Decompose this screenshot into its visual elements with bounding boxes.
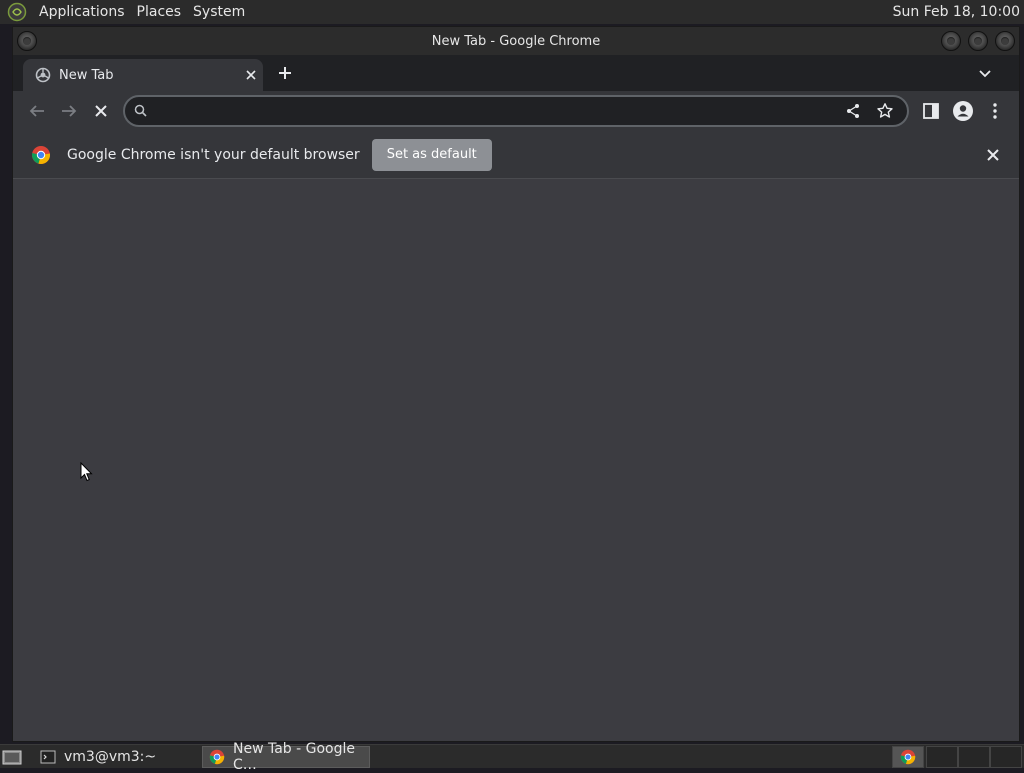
window-title: New Tab - Google Chrome xyxy=(431,33,601,49)
forward-arrow-icon[interactable] xyxy=(57,99,81,123)
back-arrow-icon[interactable] xyxy=(25,99,49,123)
default-browser-infobar: Google Chrome isn't your default browser… xyxy=(13,131,1019,179)
workspace-4[interactable] xyxy=(990,746,1022,768)
address-bar[interactable] xyxy=(123,95,909,127)
minimize-button[interactable] xyxy=(941,31,961,51)
show-desktop-icon[interactable] xyxy=(2,748,22,766)
browser-toolbar xyxy=(13,91,1019,131)
share-icon[interactable] xyxy=(843,101,863,121)
close-window-button[interactable] xyxy=(995,31,1015,51)
chrome-icon xyxy=(900,749,916,765)
tab-strip: New Tab xyxy=(13,55,1019,91)
new-tab-plus-icon[interactable] xyxy=(275,63,295,83)
taskbar-item-label: New Tab - Google C… xyxy=(233,741,356,773)
maximize-button[interactable] xyxy=(968,31,988,51)
address-input[interactable] xyxy=(155,99,843,123)
taskbar-item-label: vm3@vm3:~ xyxy=(64,749,157,765)
profile-avatar-icon[interactable] xyxy=(951,99,975,123)
window-menu-button[interactable] xyxy=(17,31,37,51)
tab-new-tab[interactable]: New Tab xyxy=(23,59,263,91)
panel-clock[interactable]: Sun Feb 18, 10:00 xyxy=(893,4,1020,20)
page-content[interactable] xyxy=(13,179,1019,741)
infobar-message: Google Chrome isn't your default browser xyxy=(67,146,360,163)
side-panel-icon[interactable] xyxy=(919,99,943,123)
tab-search-chevron-down-icon[interactable] xyxy=(975,63,995,83)
workspace-3[interactable] xyxy=(958,746,990,768)
taskbar-item-terminal[interactable]: vm3@vm3:~ xyxy=(34,746,194,768)
search-icon xyxy=(133,103,149,119)
terminal-icon xyxy=(40,749,56,765)
bookmark-star-icon[interactable] xyxy=(875,101,895,121)
mouse-pointer-icon xyxy=(80,462,94,482)
more-menu-icon[interactable] xyxy=(983,99,1007,123)
chrome-icon xyxy=(209,749,225,765)
workspace-1[interactable] xyxy=(892,746,924,768)
new-tab-favicon-icon xyxy=(35,67,51,83)
taskbar-item-chrome[interactable]: New Tab - Google C… xyxy=(202,741,370,773)
workspace-2[interactable] xyxy=(926,746,958,768)
stop-loading-icon[interactable] xyxy=(89,99,113,123)
menu-system[interactable]: System xyxy=(187,0,251,24)
distro-logo-icon[interactable] xyxy=(7,2,27,22)
tab-title: New Tab xyxy=(59,67,114,83)
infobar-close-icon[interactable] xyxy=(983,145,1003,165)
window-titlebar[interactable]: New Tab - Google Chrome xyxy=(13,27,1019,55)
tab-close-icon[interactable] xyxy=(243,67,259,83)
menu-applications[interactable]: Applications xyxy=(33,0,131,24)
menu-places[interactable]: Places xyxy=(131,0,188,24)
top-panel: Applications Places System Sun Feb 18, 1… xyxy=(0,0,1024,24)
chrome-logo-icon xyxy=(31,145,51,165)
set-as-default-button[interactable]: Set as default xyxy=(371,138,492,171)
bottom-taskbar: vm3@vm3:~ New Tab - Google C… xyxy=(0,741,1024,773)
chrome-window: New Tab - Google Chrome New Tab Google C… xyxy=(12,26,1020,742)
